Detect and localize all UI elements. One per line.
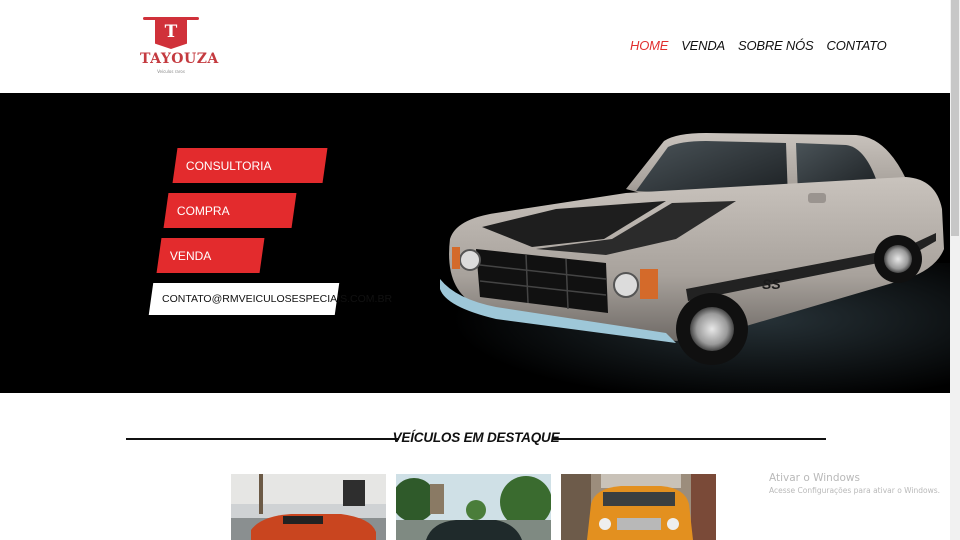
- vehicle-card-1[interactable]: [231, 474, 386, 540]
- vehicle-photo-3: [561, 474, 716, 540]
- watermark-subtitle: Acesse Configurações para ativar o Windo…: [769, 486, 941, 495]
- consultoria-button[interactable]: CONSULTORIA: [172, 148, 328, 183]
- vehicle-photo-2: [396, 474, 551, 540]
- site-header: T TAYOUZA Veículos raros HOME VENDA SOBR…: [0, 0, 950, 93]
- contact-email-button[interactable]: CONTATO@RMVEICULOSESPECIAIS.COM.BR: [148, 283, 392, 315]
- car-badge-text: SS: [762, 276, 781, 292]
- section-title: VEÍCULOS EM DESTAQUE: [392, 430, 560, 445]
- compra-button[interactable]: COMPRA: [163, 193, 297, 228]
- nav-contato[interactable]: CONTATO: [827, 38, 887, 53]
- car-image: SS: [440, 133, 944, 365]
- nav-sobre-nos[interactable]: SOBRE NÓS: [738, 38, 814, 53]
- consultoria-label: CONSULTORIA: [186, 158, 272, 173]
- logo-tagline: Veículos raros: [157, 69, 185, 74]
- logo-name: TAYOUZA: [140, 51, 219, 67]
- featured-section-header: VEÍCULOS EM DESTAQUE: [126, 428, 826, 448]
- scrollbar-thumb[interactable]: [951, 0, 959, 236]
- contact-email-label: CONTATO@RMVEICULOSESPECIAIS.COM.BR: [162, 293, 393, 305]
- site-logo[interactable]: T TAYOUZA Veículos raros: [140, 14, 219, 78]
- hero-banner: CONSULTORIA COMPRA VENDA CONTATO@RMVEICU…: [0, 93, 950, 393]
- vehicle-photo-1: [231, 474, 386, 540]
- windows-activation-watermark: Ativar o Windows Acesse Configurações pa…: [769, 472, 940, 495]
- venda-button[interactable]: VENDA: [156, 238, 265, 273]
- venda-label: VENDA: [170, 248, 212, 263]
- nav-home[interactable]: HOME: [630, 38, 668, 53]
- logo-letter: T: [164, 22, 178, 42]
- vehicle-card-3[interactable]: [561, 474, 716, 540]
- watermark-title: Ativar o Windows: [769, 472, 860, 484]
- nav-venda[interactable]: VENDA: [681, 38, 725, 53]
- compra-label: COMPRA: [177, 203, 230, 218]
- vehicle-card-2[interactable]: [396, 474, 551, 540]
- main-nav: HOME VENDA SOBRE NÓS CONTATO: [630, 38, 887, 53]
